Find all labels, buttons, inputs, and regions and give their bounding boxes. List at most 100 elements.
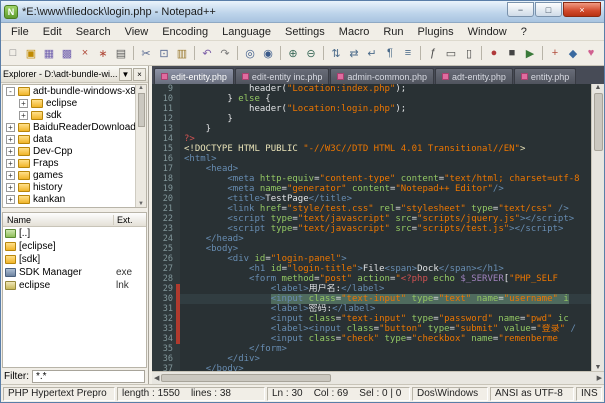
tree-expander-icon[interactable]: - — [6, 87, 15, 96]
code-line[interactable]: 31 <label>密码:</label> — [152, 304, 591, 314]
code-line[interactable]: 33 <label><input class="button" type="su… — [152, 324, 591, 334]
code-line[interactable]: 29 <label>用户名:</label> — [152, 284, 591, 294]
tree-scrollbar[interactable]: ▲ ▼ — [135, 85, 146, 207]
new-file-icon[interactable]: □ — [4, 44, 22, 62]
open-file-icon[interactable]: ▣ — [22, 44, 40, 62]
scroll-up-icon[interactable]: ▲ — [595, 84, 602, 91]
tab-adt-entity-php[interactable]: adt-entity.php — [435, 68, 513, 84]
code-line[interactable]: 12 } — [152, 114, 591, 124]
sync-horizontal-icon[interactable]: ⇄ — [345, 44, 363, 62]
copy-icon[interactable]: ⊡ — [155, 44, 173, 62]
file-list-row[interactable]: eclipselnk — [3, 279, 146, 292]
code-line[interactable]: 10 } else { — [152, 94, 591, 104]
tree-expander-icon[interactable]: + — [19, 111, 28, 120]
menu-item-encoding[interactable]: Encoding — [155, 25, 215, 39]
tree-item-data[interactable]: +data — [3, 133, 146, 145]
code-line[interactable]: 11 header("Location:login.php"); — [152, 104, 591, 114]
explorer-dropdown-icon[interactable]: ▼ — [119, 68, 132, 81]
tree-item-games[interactable]: +games — [3, 169, 146, 181]
menu-item-help[interactable]: ? — [514, 25, 534, 39]
replace-icon[interactable]: ◉ — [259, 44, 277, 62]
filter-input[interactable]: *.* — [32, 370, 145, 383]
tree-expander-icon[interactable]: + — [6, 135, 15, 144]
zoom-in-icon[interactable]: ⊕ — [284, 44, 302, 62]
code-line[interactable]: 16<html> — [152, 154, 591, 164]
tree-expander-icon[interactable]: + — [19, 99, 28, 108]
code-line[interactable]: 18 <meta http-equiv="content-type" conte… — [152, 174, 591, 184]
hscroll-thumb[interactable] — [161, 374, 331, 382]
tree-expander-icon[interactable]: + — [6, 123, 15, 132]
macro-stop-icon[interactable]: ■ — [503, 44, 521, 62]
code-line[interactable]: 26 <div id="login-panel"> — [152, 254, 591, 264]
tree-scroll-thumb[interactable] — [138, 93, 145, 127]
tree-expander-icon[interactable]: + — [6, 183, 15, 192]
indent-guide-icon[interactable]: ≡ — [399, 44, 417, 62]
code-line[interactable]: 17 <head> — [152, 164, 591, 174]
redo-icon[interactable]: ↷ — [216, 44, 234, 62]
word-wrap-icon[interactable]: ↵ — [363, 44, 381, 62]
tree-item-sdk[interactable]: +sdk — [3, 109, 146, 121]
undo-icon[interactable]: ↶ — [198, 44, 216, 62]
maximize-button[interactable]: □ — [535, 2, 562, 17]
tree-item-history[interactable]: +history — [3, 181, 146, 193]
tab-edit-entity-php[interactable]: edit-entity.php — [154, 68, 234, 84]
vscroll-thumb[interactable] — [594, 93, 603, 151]
tree-scroll-up-icon[interactable]: ▲ — [138, 85, 144, 91]
doc-map-icon[interactable]: ▭ — [442, 44, 460, 62]
code-line[interactable]: 22 <script type="text/javascript" src="s… — [152, 214, 591, 224]
code-line[interactable]: 34 <input class="check" type="checkbox" … — [152, 334, 591, 344]
menu-item-view[interactable]: View — [118, 25, 156, 39]
menu-item-file[interactable]: File — [4, 25, 36, 39]
column-header-name[interactable]: Name — [3, 215, 114, 225]
doc-switcher-icon[interactable]: ▯ — [460, 44, 478, 62]
file-list-row[interactable]: [eclipse] — [3, 240, 146, 253]
tree-expander-icon[interactable]: + — [6, 195, 15, 204]
code-line[interactable]: 15<!DOCTYPE HTML PUBLIC "-//W3C//DTD HTM… — [152, 144, 591, 154]
tree-item-adt-bundle-windows-x86-64-201[interactable]: -adt-bundle-windows-x86_64-201 — [3, 85, 146, 97]
show-all-chars-icon[interactable]: ¶ — [381, 44, 399, 62]
tab-entity-php[interactable]: entity.php — [514, 68, 576, 84]
code-line[interactable]: 35 </form> — [152, 344, 591, 354]
code-area[interactable]: 9 header("Location:index.php");10 } else… — [152, 84, 591, 371]
code-line[interactable]: 19 <meta name="generator" content="Notep… — [152, 184, 591, 194]
close-file-icon[interactable]: × — [76, 44, 94, 62]
save-icon[interactable]: ▦ — [40, 44, 58, 62]
menu-item-plugins[interactable]: Plugins — [411, 25, 461, 39]
file-list-row[interactable]: SDK Managerexe — [3, 266, 146, 279]
minimize-button[interactable]: − — [507, 2, 534, 17]
close-all-icon[interactable]: ∗ — [94, 44, 112, 62]
plugin-compare-icon[interactable]: ◆ — [564, 44, 582, 62]
code-line[interactable]: 9 header("Location:index.php"); — [152, 84, 591, 94]
file-list-row[interactable]: [sdk] — [3, 253, 146, 266]
code-line[interactable]: 24 </head> — [152, 234, 591, 244]
cut-icon[interactable]: ✂ — [137, 44, 155, 62]
tree-item-fraps[interactable]: +Fraps — [3, 157, 146, 169]
tree-scroll-down-icon[interactable]: ▼ — [138, 201, 144, 207]
menu-item-search[interactable]: Search — [69, 25, 118, 39]
code-line[interactable]: 13 } — [152, 124, 591, 134]
tree-expander-icon[interactable]: + — [6, 159, 15, 168]
editor-vscrollbar[interactable]: ▲ ▼ — [591, 84, 604, 371]
code-line[interactable]: 25 <body> — [152, 244, 591, 254]
code-line[interactable]: 23 <script type="text/javascript" src="s… — [152, 224, 591, 234]
close-button[interactable]: × — [563, 2, 601, 17]
plugin-tidy-icon[interactable]: + — [546, 44, 564, 62]
paste-icon[interactable]: ▥ — [173, 44, 191, 62]
scroll-right-icon[interactable]: ▶ — [597, 374, 602, 382]
plugin-favorite-icon[interactable]: ♥ — [582, 44, 600, 62]
file-list-row[interactable]: [..] — [3, 227, 146, 240]
code-line[interactable]: 30 <input class="text-input" type="text"… — [152, 294, 591, 304]
code-line[interactable]: 27 <h1 id="login-title">File<span>Dock</… — [152, 264, 591, 274]
tab-admin-common-php[interactable]: admin-common.php — [330, 68, 434, 84]
title-bar[interactable]: N *E:\www\filedock\login.php - Notepad++… — [1, 1, 604, 23]
code-line[interactable]: 37 </body> — [152, 364, 591, 371]
column-header-ext[interactable]: Ext. — [114, 215, 146, 225]
code-line[interactable]: 20 <title>TestPage</title> — [152, 194, 591, 204]
menu-item-settings[interactable]: Settings — [278, 25, 332, 39]
tree-expander-icon[interactable]: + — [6, 171, 15, 180]
tab-edit-entity-inc-php[interactable]: edit-entity inc.php — [235, 68, 330, 84]
tree-item-eclipse[interactable]: +eclipse — [3, 97, 146, 109]
find-icon[interactable]: ◎ — [241, 44, 259, 62]
macro-record-icon[interactable]: ● — [485, 44, 503, 62]
function-list-icon[interactable]: ƒ — [424, 44, 442, 62]
